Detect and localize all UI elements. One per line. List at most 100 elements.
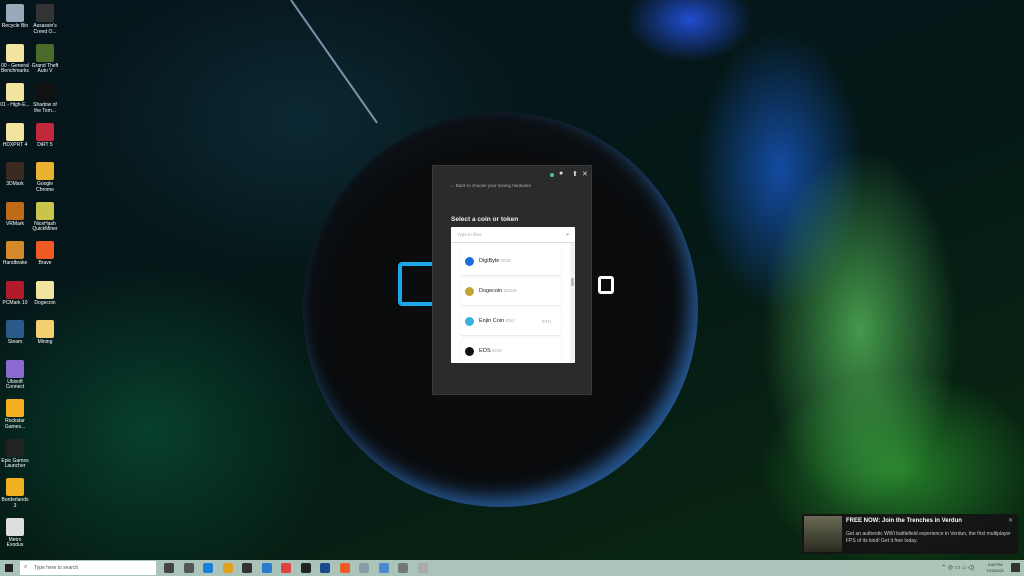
desktop-icon-label: Mining	[37, 339, 53, 345]
desktop-icon-label: DiRT 5	[37, 141, 53, 148]
info-icon[interactable]: ●	[559, 170, 563, 177]
close-icon[interactable]: ✕	[582, 170, 588, 178]
coin-option[interactable]: DigiByte DGB	[461, 249, 561, 275]
taskbar-app-icon[interactable]	[359, 563, 369, 573]
desktop-icon-label: Grand Theft Auto V	[31, 62, 59, 74]
desktop-icon[interactable]: Assassin's Creed O...	[30, 4, 60, 35]
coin-option[interactable]: Enjin Coin ENJ ETH	[461, 309, 561, 335]
app-icon	[6, 241, 24, 259]
taskbar-app-icon[interactable]	[300, 563, 311, 573]
coin-option[interactable]: Dogecoin DOGE	[461, 279, 561, 305]
desktop-icon-label: Ubisoft Connect	[5, 378, 25, 390]
desktop-icon[interactable]: Mining	[30, 320, 60, 346]
desktop-icon-label: PCMark 10	[2, 299, 28, 306]
coin-icon	[465, 257, 474, 266]
app-icon	[36, 83, 54, 101]
desktop-icon[interactable]: PCMark 10	[0, 280, 30, 307]
desktop-icon[interactable]: 00 - General Benchmarks	[0, 43, 30, 75]
taskbar-app-icon[interactable]	[281, 563, 291, 573]
desktop-icon-label: 00 - General Benchmarks	[1, 62, 29, 74]
app-icon	[36, 280, 54, 299]
chevron-down-icon[interactable]: ⌄	[565, 230, 570, 237]
app-icon	[36, 43, 54, 62]
coin-name: Enjin Coin	[479, 318, 505, 324]
system-tray[interactable]: ⌃ ◎ ▭ ⌂ ◁)	[941, 564, 974, 571]
desktop-icon-label: Recycle Bin	[1, 23, 29, 29]
title-bar: ● ⬆ ✕	[433, 166, 591, 184]
clock[interactable]: 3:59 PM 7/23/2021	[986, 562, 1004, 573]
taskbar-app-icon[interactable]	[378, 563, 389, 573]
desktop-icon-label: Borderlands 3	[1, 497, 29, 509]
taskbar-app-icon[interactable]	[164, 563, 174, 573]
taskbar-app-icon[interactable]	[398, 563, 408, 573]
back-link[interactable]: ← Back to choose your mining hardware	[450, 183, 531, 188]
verdun-thumbnail	[804, 516, 842, 552]
scrollbar-thumb[interactable]	[571, 278, 574, 286]
app-icon	[6, 4, 24, 22]
desktop-icon[interactable]: Handbrake	[0, 241, 30, 267]
desktop-icon[interactable]: Brave	[30, 241, 60, 267]
app-logo-mark	[398, 262, 436, 306]
desktop-icon-label: Brave	[38, 260, 52, 266]
notification-toast[interactable]: FREE NOW: Join the Trenches in Verdun Ge…	[802, 514, 1018, 554]
taskbar-app-icon[interactable]	[339, 563, 350, 573]
desktop-icon[interactable]: HDXPRT 4	[0, 122, 30, 149]
desktop-icon[interactable]: Epic Games Launcher	[0, 438, 30, 470]
taskbar-app-icon[interactable]	[203, 563, 213, 573]
desktop-icon-label: HDXPRT 4	[2, 141, 28, 148]
app-icon	[6, 162, 24, 180]
taskbar-app-icon[interactable]	[261, 563, 272, 573]
app-icon	[6, 478, 24, 496]
coin-filter-input[interactable]: Type to filter ⌄	[451, 227, 575, 243]
taskbar-app-icon[interactable]	[183, 563, 194, 573]
coin-name: DigiByte	[479, 258, 500, 264]
desktop-icon-label: 3DMark	[6, 181, 24, 187]
coin-name: Dogecoin	[479, 288, 503, 294]
desktop-icon[interactable]: Shadow of the Tom...	[30, 83, 60, 114]
desktop-icon[interactable]: 01 - High-E...	[0, 83, 30, 109]
coin-icon	[465, 317, 474, 326]
status-dot	[550, 173, 554, 177]
coin-name: EOS	[479, 348, 491, 354]
desktop-icon[interactable]: Rockstar Games...	[0, 399, 30, 430]
close-icon[interactable]: ✕	[1008, 517, 1013, 524]
time: 3:59 PM	[987, 562, 1003, 567]
desktop-icon[interactable]: Steam	[0, 320, 30, 346]
desktop-icon-label: 01 - High-E...	[0, 102, 30, 108]
desktop-icon-label: Handbrake	[2, 260, 28, 266]
coin-icon	[465, 287, 474, 296]
select-coin-title: Select a coin or token	[451, 216, 519, 223]
taskbar-app-icon[interactable]	[417, 563, 428, 573]
app-icon	[36, 201, 54, 220]
desktop-icon[interactable]: VRMark	[0, 201, 30, 228]
desktop-icon[interactable]: Grand Theft Auto V	[30, 43, 60, 75]
desktop-icon-label: NiceHash QuickMiner	[32, 220, 58, 232]
pin-icon[interactable]: ⬆	[572, 170, 578, 178]
taskbar-app-icon[interactable]	[242, 563, 252, 573]
desktop-icon[interactable]: NiceHash QuickMiner	[30, 201, 60, 233]
desktop-icon[interactable]: Ubisoft Connect	[0, 359, 30, 391]
coin-symbol: ENJ	[505, 318, 515, 323]
taskbar-app-icon[interactable]	[320, 563, 330, 573]
desktop-icon[interactable]: Recycle Bin	[0, 4, 30, 30]
desktop-icon[interactable]: Google Chrome	[30, 162, 60, 193]
app-icon	[36, 122, 54, 141]
desktop-icon[interactable]: Borderlands 3	[0, 478, 30, 509]
taskbar-app-icon[interactable]	[222, 563, 233, 573]
desktop-icon[interactable]: DiRT 5	[30, 122, 60, 149]
app-icon	[6, 43, 24, 62]
desktop-icon[interactable]: Metro Exodus	[0, 517, 30, 549]
app-icon	[6, 320, 24, 338]
desktop-icon-label: Assassin's Creed O...	[33, 23, 57, 35]
taskbar-search[interactable]: ⌕ Type here to search	[20, 561, 156, 575]
desktop-icon-label: Dogecoin	[34, 299, 56, 306]
action-center-icon[interactable]	[1011, 563, 1020, 572]
windows-start-icon[interactable]	[5, 564, 13, 572]
app-icon	[6, 438, 24, 457]
desktop-icon[interactable]: Dogecoin	[30, 280, 60, 307]
coin-option[interactable]: EOS EOS	[461, 339, 561, 363]
desktop-icon-label: Metro Exodus	[6, 536, 24, 548]
desktop-icon[interactable]: 3DMark	[0, 162, 30, 188]
app-icon	[6, 280, 24, 299]
scrollbar[interactable]	[570, 243, 575, 363]
